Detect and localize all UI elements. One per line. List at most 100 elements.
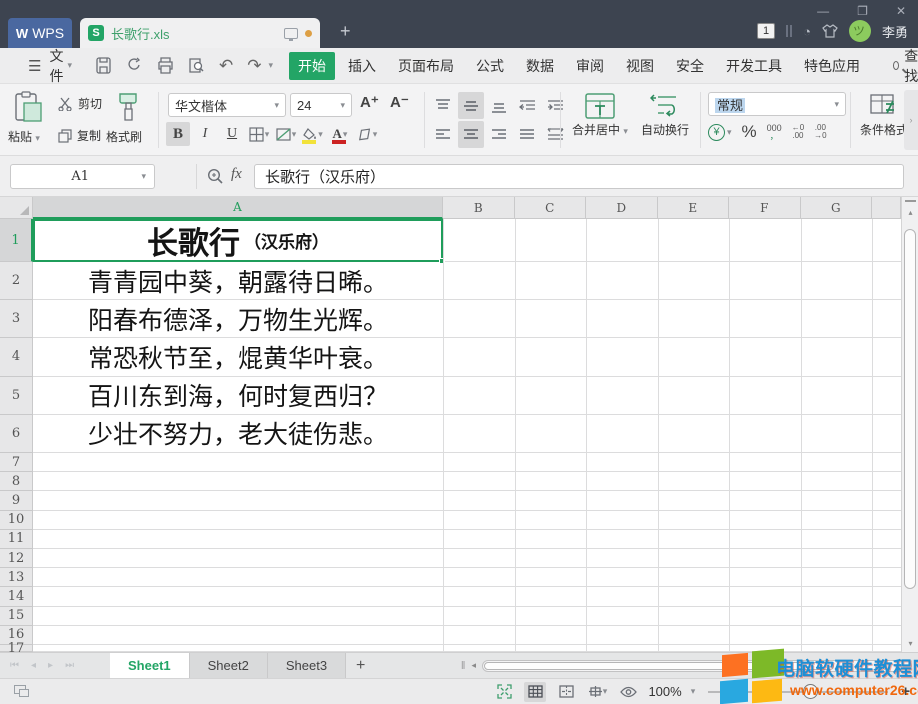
zoom-slider[interactable] [708, 691, 888, 693]
reading-mode-eye-icon[interactable] [617, 682, 639, 702]
close-button[interactable]: ✕ [890, 2, 912, 20]
cell-shading-button[interactable]: ▾ [274, 122, 298, 146]
new-document-tab-button[interactable]: + [340, 22, 351, 40]
horizontal-scroll-thumb[interactable] [484, 662, 834, 670]
format-painter-button[interactable]: 格式刷 [106, 128, 142, 145]
monitor-icon[interactable] [284, 28, 298, 39]
row-header-1[interactable]: 1 [0, 219, 33, 262]
wrap-text-button[interactable]: 自动换行 [636, 91, 694, 138]
scroll-left-icon[interactable]: ◂ [471, 660, 476, 671]
ribbon-tab-页面布局[interactable]: 页面布局 [389, 52, 463, 80]
insert-function-search-icon[interactable] [207, 168, 224, 185]
ribbon-tab-视图[interactable]: 视图 [617, 52, 663, 80]
grid-row-11[interactable]: 11 [0, 530, 901, 549]
cell-A2[interactable]: 青青园中葵，朝露待日晞。 [33, 262, 443, 299]
cell-A1[interactable]: 长歌行（汉乐府） [33, 219, 443, 261]
sheet-nav-icon[interactable]: ⏮ [10, 660, 19, 671]
ribbon-tab-开始[interactable]: 开始 [289, 52, 335, 80]
ribbon-tab-开发工具[interactable]: 开发工具 [717, 52, 791, 80]
select-all-corner[interactable] [0, 197, 33, 219]
column-header-E[interactable]: E [658, 197, 730, 219]
scrollbar-split-handle[interactable] [905, 200, 916, 202]
scroll-down-icon[interactable]: ▾ [902, 636, 918, 650]
font-color-button[interactable]: A ▾ [328, 122, 352, 146]
row-header-17[interactable]: 17 [0, 645, 33, 652]
print-preview-button[interactable] [188, 57, 205, 74]
row-header-13[interactable]: 13 [0, 568, 33, 587]
vertical-scrollbar[interactable]: ▴ ▾ [901, 197, 918, 652]
grid-row-2[interactable]: 2青青园中葵，朝露待日晞。 [0, 262, 901, 300]
distribute-button[interactable] [542, 121, 568, 148]
cut-button[interactable]: 剪切 [58, 95, 102, 112]
cell-A5[interactable]: 百川东到海，何时复西归？ [33, 377, 443, 414]
underline-button[interactable]: U [220, 122, 244, 146]
ribbon-tab-审阅[interactable]: 审阅 [567, 52, 613, 80]
page-break-view-button[interactable] [555, 682, 577, 702]
fx-icon[interactable]: fx [231, 166, 242, 183]
vertical-scroll-thumb[interactable] [904, 229, 916, 589]
sheet-nav-arrows[interactable]: ⏮◂▸⏭ [10, 660, 110, 671]
align-bottom-button[interactable] [486, 92, 512, 119]
undo-button[interactable]: ↶ [219, 56, 233, 76]
row-header-7[interactable]: 7 [0, 453, 33, 472]
cell-A3[interactable]: 阳春布德泽，万物生光辉。 [33, 300, 443, 337]
bold-button[interactable]: B [166, 122, 190, 146]
borders-button[interactable]: ▾ [247, 122, 271, 146]
ribbon-tab-安全[interactable]: 安全 [667, 52, 713, 80]
row-header-15[interactable]: 15 [0, 607, 33, 626]
formula-input[interactable]: 长歌行（汉乐府） [254, 164, 904, 189]
ribbon-tab-公式[interactable]: 公式 [467, 52, 513, 80]
row-header-4[interactable]: 4 [0, 338, 33, 376]
row-header-5[interactable]: 5 [0, 377, 33, 415]
horizontal-scrollbar[interactable] [482, 660, 912, 672]
paste-icon[interactable] [14, 91, 44, 123]
user-avatar[interactable] [849, 20, 871, 42]
grid-row-12[interactable]: 12 [0, 549, 901, 568]
increase-indent-button[interactable] [542, 92, 568, 119]
paste-button[interactable]: 粘贴 ▾ [8, 128, 40, 145]
font-size-select[interactable]: 24▾ [290, 93, 352, 117]
skin-shirt-icon[interactable] [822, 24, 838, 38]
cell-A4[interactable]: 常恐秋节至，焜黄华叶衰。 [33, 338, 443, 375]
grid-row-9[interactable]: 9 [0, 491, 901, 510]
grid-row-1[interactable]: 1长歌行（汉乐府） [0, 219, 901, 262]
row-header-14[interactable]: 14 [0, 587, 33, 606]
sheet-nav-icon[interactable]: ◂ [31, 660, 36, 671]
sheet-tab-Sheet3[interactable]: Sheet3 [268, 653, 346, 679]
normal-view-button[interactable] [524, 682, 546, 702]
ribbon-tab-特色应用[interactable]: 特色应用 [795, 52, 869, 80]
grid-row-6[interactable]: 6少壮不努力，老大徒伤悲。 [0, 415, 901, 453]
cell-A6[interactable]: 少壮不努力，老大徒伤悲。 [33, 415, 443, 452]
grid-row-13[interactable]: 13 [0, 568, 901, 587]
align-middle-button[interactable] [458, 92, 484, 119]
scroll-up-icon[interactable]: ▴ [902, 205, 918, 219]
spreadsheet-grid[interactable]: ABCDEFG 1长歌行（汉乐府）2青青园中葵，朝露待日晞。3阳春布德泽，万物生… [0, 197, 918, 652]
column-header-G[interactable]: G [801, 197, 873, 219]
grid-row-8[interactable]: 8 [0, 472, 901, 491]
wps-menu-button[interactable]: W WPS [8, 18, 72, 48]
percent-button[interactable]: % [742, 122, 757, 142]
grid-row-5[interactable]: 5百川东到海，何时复西归？ [0, 377, 901, 415]
italic-button[interactable]: I [193, 122, 217, 146]
tab-split-handle[interactable]: ‖ [461, 660, 466, 672]
ribbon-tab-插入[interactable]: 插入 [339, 52, 385, 80]
currency-button[interactable]: ¥ ▾ [708, 124, 732, 141]
hamburger-icon[interactable]: ☰ [28, 57, 41, 75]
row-header-10[interactable]: 10 [0, 511, 33, 530]
decrease-indent-button[interactable] [514, 92, 540, 119]
zoom-dropdown-icon[interactable]: ▾ [691, 686, 696, 697]
column-header-C[interactable]: C [515, 197, 587, 219]
row-header-3[interactable]: 3 [0, 300, 33, 338]
merge-center-button[interactable]: 合并居中 ▾ [568, 91, 632, 138]
redo-button[interactable]: ↷ [247, 56, 261, 76]
row-header-8[interactable]: 8 [0, 472, 33, 491]
align-center-button[interactable] [458, 121, 484, 148]
minimize-button[interactable]: — [811, 2, 835, 20]
justify-button[interactable] [514, 121, 540, 148]
grid-row-16[interactable]: 16 [0, 626, 901, 645]
grid-row-14[interactable]: 14 [0, 587, 901, 606]
row-header-9[interactable]: 9 [0, 491, 33, 510]
document-tab[interactable]: S 长歌行.xls [80, 18, 320, 48]
grid-row-15[interactable]: 15 [0, 607, 901, 626]
column-header-D[interactable]: D [586, 197, 658, 219]
